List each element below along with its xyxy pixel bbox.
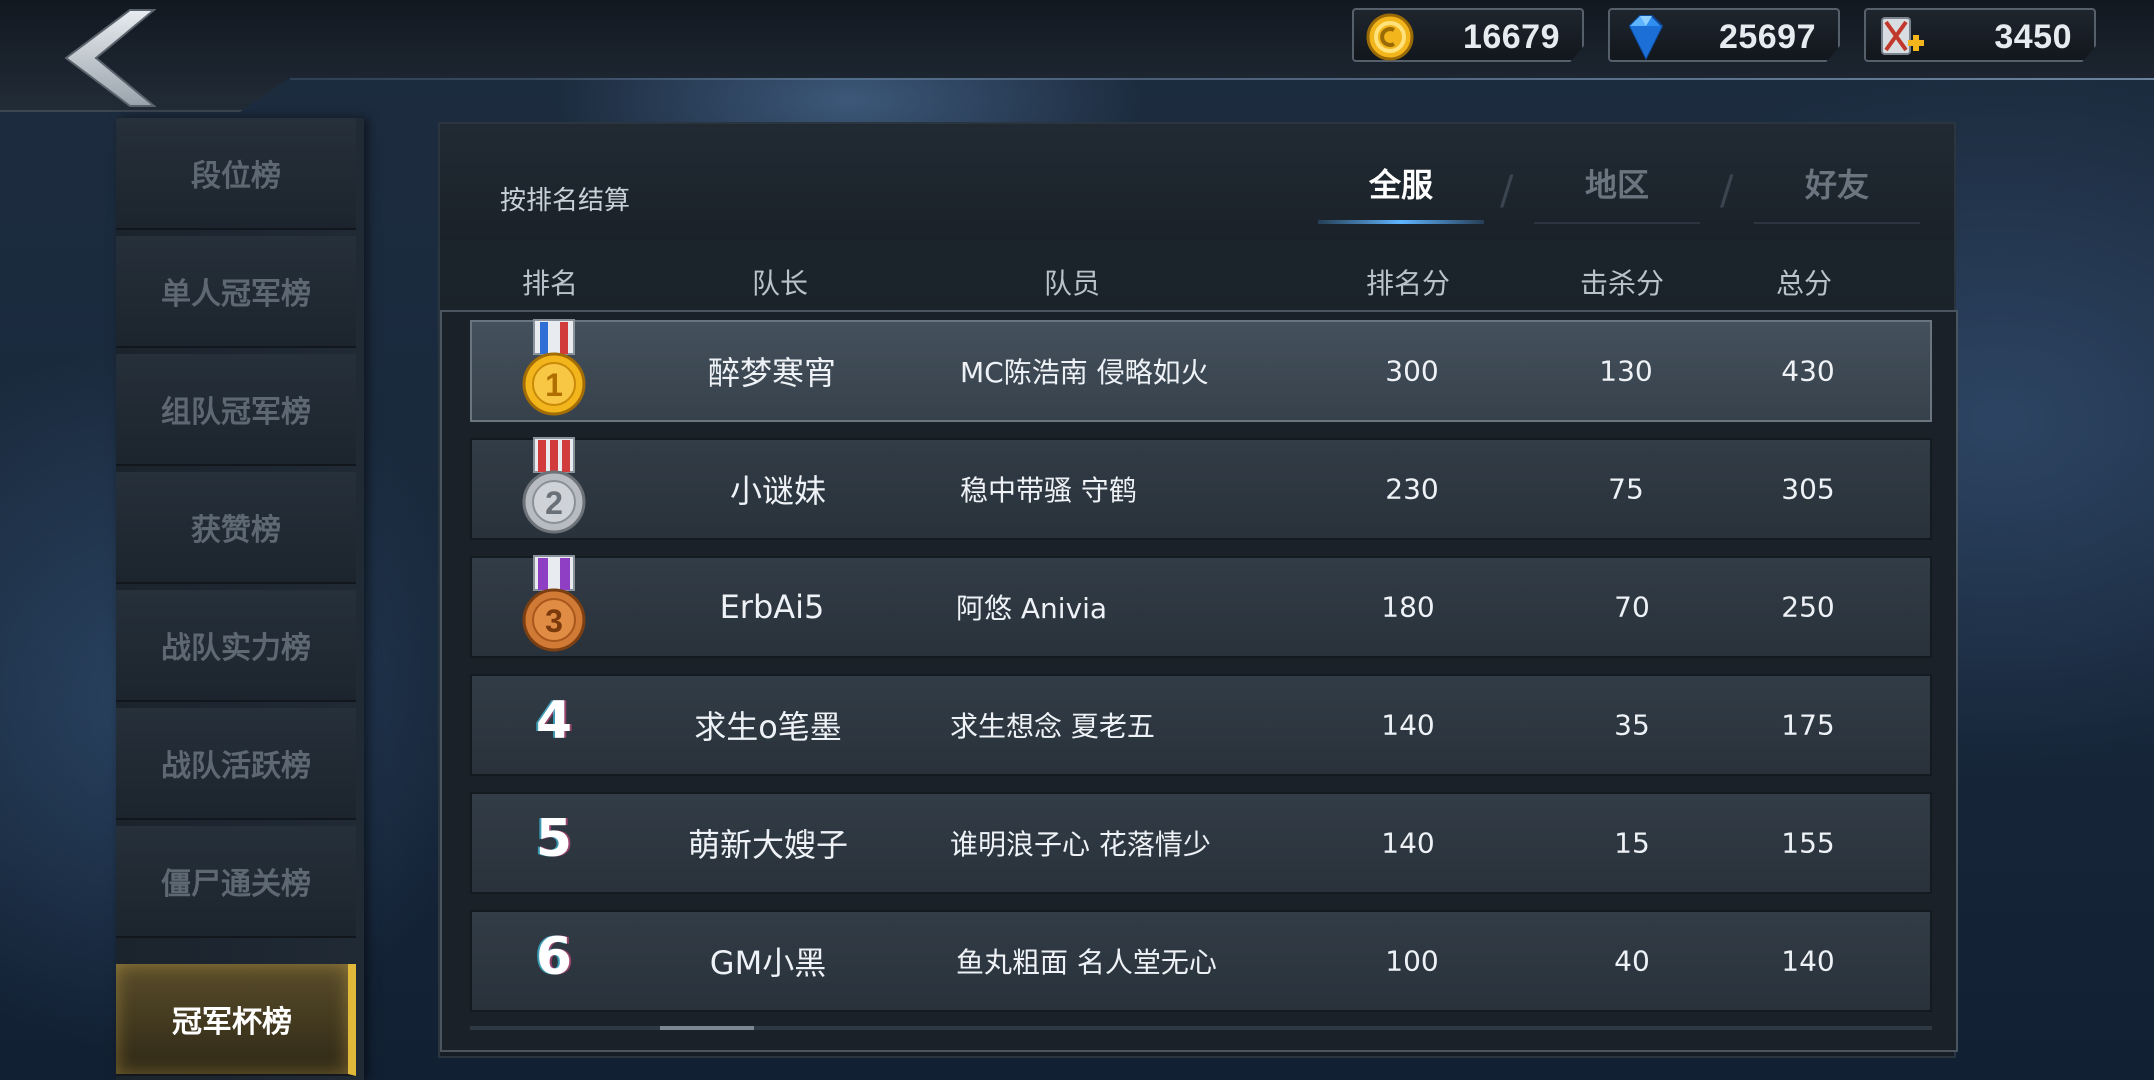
rank-score: 100 (1385, 944, 1439, 978)
scrollbar-thumb[interactable] (660, 1026, 754, 1030)
leaderboard-panel: 按排名结算 全服 / 地区 / 好友 排名 队长 队员 排名分 击杀分 总分 1… (438, 122, 1958, 1058)
kill-score: 15 (1614, 826, 1650, 860)
total-score: 250 (1781, 590, 1835, 624)
team-members: MC陈浩南 侵略如火 (960, 356, 1209, 389)
gold-coin-icon (1364, 12, 1416, 62)
tab-friends[interactable]: 好友 (1754, 150, 1920, 224)
svg-text:1: 1 (545, 367, 563, 403)
column-header-rank: 排名 (521, 267, 579, 300)
tab-separator: / (1720, 168, 1734, 214)
settlement-note: 按排名结算 (500, 186, 631, 216)
sidebar-item-clan-strength[interactable]: 战队实力榜 (116, 590, 356, 702)
ticket-amount: 3450 (1994, 18, 2072, 56)
gem-amount: 25697 (1718, 18, 1816, 56)
horizontal-scrollbar[interactable] (470, 1026, 1932, 1030)
top-bar-divider (290, 78, 2154, 80)
ticket-plus-icon (1876, 12, 1928, 62)
table-row[interactable]: 4 求生o笔墨 求生想念 夏老五 140 35 175 (470, 674, 1932, 776)
team-members: 求生想念 夏老五 (950, 710, 1155, 743)
column-header-kill-score: 击杀分 (1579, 267, 1665, 300)
sidebar-item-likes[interactable]: 获赞榜 (116, 472, 356, 584)
kill-score: 70 (1614, 590, 1650, 624)
rank-score: 230 (1385, 472, 1439, 506)
tab-all-server[interactable]: 全服 (1318, 150, 1484, 224)
total-score: 140 (1781, 944, 1835, 978)
captain-name: GM小黑 (709, 944, 827, 982)
table-row[interactable]: 2 小谜妹 稳中带骚 守鹤 230 75 305 (470, 436, 1932, 540)
sidebar-item-clan-activity[interactable]: 战队活跃榜 (116, 708, 356, 820)
rank-score: 300 (1385, 354, 1439, 388)
kill-score: 35 (1614, 708, 1650, 742)
rank-score: 140 (1381, 708, 1435, 742)
tab-region[interactable]: 地区 (1534, 150, 1700, 224)
gold-medal-icon: 1 (516, 318, 592, 422)
sidebar-item-tier[interactable]: 段位榜 (116, 118, 356, 230)
column-header-captain: 队长 (751, 267, 809, 300)
sidebar-item-team-champion[interactable]: 组队冠军榜 (116, 354, 356, 466)
table-row[interactable]: 5 萌新大嫂子 谁明浪子心 花落情少 140 15 155 (470, 792, 1932, 894)
rank-number: 6 (535, 927, 573, 988)
svg-text:3: 3 (545, 603, 563, 639)
column-header-members: 队员 (1043, 267, 1101, 300)
ticket-currency-display[interactable]: 3450 (1864, 8, 2096, 62)
silver-medal-icon: 2 (516, 436, 592, 540)
kill-score: 40 (1614, 944, 1650, 978)
rank-score: 140 (1381, 826, 1435, 860)
rank-number: 4 (535, 691, 573, 752)
tab-separator: / (1500, 168, 1514, 214)
diamond-icon (1620, 12, 1672, 62)
table-row[interactable]: 6 GM小黑 鱼丸粗面 名人堂无心 100 40 140 (470, 910, 1932, 1012)
sidebar-item-solo-champion[interactable]: 单人冠军榜 (116, 236, 356, 348)
total-score: 175 (1781, 708, 1835, 742)
team-members: 鱼丸粗面 名人堂无心 (956, 946, 1217, 979)
total-score: 305 (1781, 472, 1835, 506)
team-members: 阿悠 Anivia (956, 592, 1108, 625)
column-header-rank-score: 排名分 (1365, 267, 1451, 300)
bronze-medal-icon: 3 (516, 554, 592, 658)
ranking-list[interactable]: 1 醉梦寒宵 MC陈浩南 侵略如火 300 130 430 2 小谜妹 稳中带骚… (440, 310, 1958, 1052)
gold-currency-display[interactable]: 16679 (1352, 8, 1584, 62)
gold-amount: 16679 (1462, 18, 1560, 56)
total-score: 155 (1781, 826, 1835, 860)
captain-name: 萌新大嫂子 (687, 826, 849, 864)
team-members: 谁明浪子心 花落情少 (950, 828, 1211, 861)
captain-name: 求生o笔墨 (694, 708, 842, 746)
captain-name: ErbAi5 (719, 588, 825, 626)
captain-name: 醉梦寒宵 (707, 354, 837, 392)
rank-number: 5 (535, 809, 573, 870)
table-row[interactable]: 1 醉梦寒宵 MC陈浩南 侵略如火 300 130 430 (470, 318, 1932, 422)
gem-currency-display[interactable]: 25697 (1608, 8, 1840, 62)
captain-name: 小谜妹 (729, 472, 827, 510)
sidebar-item-champion-cup[interactable]: 冠军杯榜 (116, 964, 356, 1076)
table-row[interactable]: 3 ErbAi5 阿悠 Anivia 180 70 250 (470, 554, 1932, 658)
back-button[interactable] (58, 6, 157, 110)
svg-text:2: 2 (545, 485, 563, 521)
kill-score: 130 (1599, 354, 1653, 388)
chevron-left-icon (64, 9, 157, 107)
rank-score: 180 (1381, 590, 1435, 624)
column-header-total: 总分 (1775, 267, 1833, 300)
leaderboard-sidebar: 段位榜 单人冠军榜 组队冠军榜 获赞榜 战队实力榜 战队活跃榜 僵尸通关榜 冠军… (116, 118, 364, 1080)
kill-score: 75 (1608, 472, 1644, 506)
team-members: 稳中带骚 守鹤 (960, 474, 1137, 507)
total-score: 430 (1781, 354, 1835, 388)
panel-header: 按排名结算 全服 / 地区 / 好友 (440, 124, 1954, 240)
sidebar-item-zombie-clear[interactable]: 僵尸通关榜 (116, 826, 356, 938)
